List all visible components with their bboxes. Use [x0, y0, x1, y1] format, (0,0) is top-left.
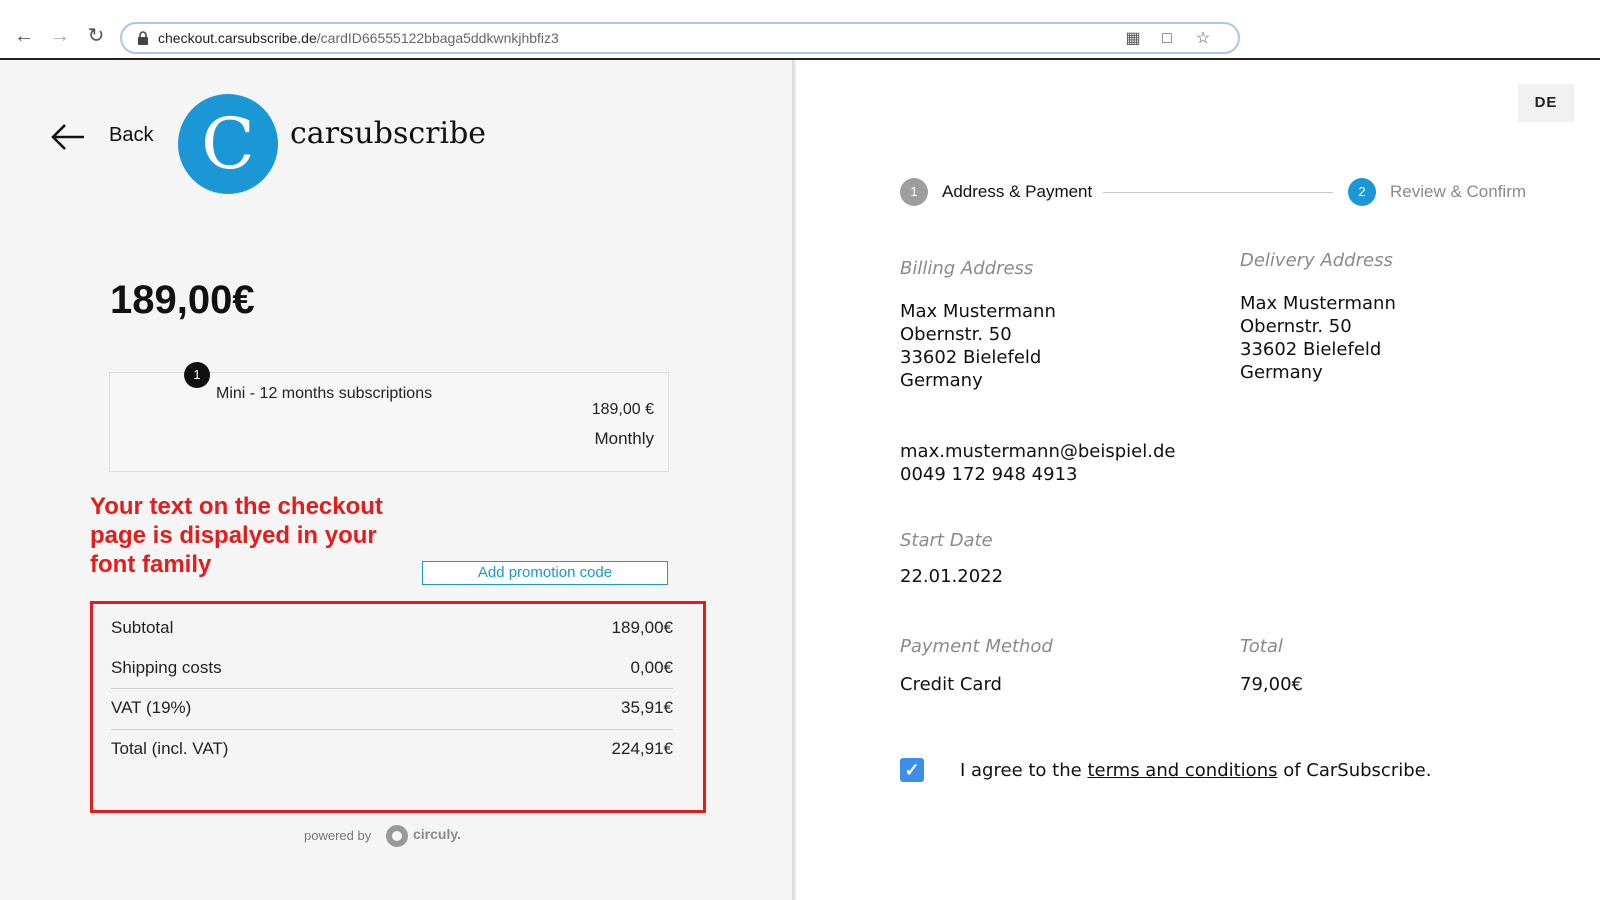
qr-icon[interactable]: ▦: [1122, 28, 1144, 50]
billing-name: Max Mustermann: [900, 301, 1056, 322]
billing-address: Max Mustermann Obernstr. 50 33602 Bielef…: [900, 300, 1056, 392]
vat-row: VAT (19%) 35,91€: [111, 688, 673, 728]
reload-icon[interactable]: ↻: [84, 24, 108, 48]
total-heading: Total: [1240, 636, 1283, 657]
terms-agreement-text: I agree to the terms and conditions of C…: [960, 760, 1431, 781]
billing-street: Obernstr. 50: [900, 324, 1012, 345]
delivery-address: Max Mustermann Obernstr. 50 33602 Bielef…: [1240, 292, 1396, 384]
vat-label: VAT (19%): [111, 698, 192, 717]
subtotal-label: Subtotal: [111, 618, 174, 637]
quantity-badge: 1: [184, 362, 210, 388]
circuly-logo-icon: [386, 825, 408, 847]
back-link[interactable]: Back: [109, 124, 153, 147]
price-summary: Subtotal 189,00€ Shipping costs 0,00€ VA…: [90, 601, 706, 813]
translate-icon[interactable]: □: [1156, 28, 1178, 50]
product-price: 189,00 €: [591, 401, 654, 418]
star-icon[interactable]: ☆: [1192, 28, 1214, 50]
language-switch-button[interactable]: DE: [1518, 84, 1574, 122]
start-date-value: 22.01.2022: [900, 566, 1004, 587]
address-bar[interactable]: checkout.carsubscribe.de/cardID66555122b…: [120, 22, 1240, 54]
order-price: 189,00€: [110, 278, 255, 322]
agree-prefix: I agree to the: [960, 760, 1082, 781]
terms-and-conditions-link[interactable]: terms and conditions: [1087, 760, 1277, 781]
shipping-value: 0,00€: [630, 658, 673, 677]
vat-value: 35,91€: [621, 698, 673, 717]
order-summary-pane: Back C carsubscribe 189,00€ Mini - 12 mo…: [0, 60, 792, 900]
delivery-street: Obernstr. 50: [1240, 316, 1352, 337]
shipping-label: Shipping costs: [111, 658, 222, 677]
browser-toolbar: ← → ↻ checkout.carsubscribe.de/cardID665…: [0, 0, 1600, 60]
circuly-brand[interactable]: circuly.: [413, 826, 461, 842]
product-name: Mini - 12 months subscriptions: [216, 385, 433, 402]
email-value: max.mustermann@beispiel.de: [900, 441, 1176, 462]
total-amount-value: 79,00€: [1240, 674, 1303, 695]
back-icon[interactable]: ←: [12, 24, 36, 48]
step-2-label: Review & Confirm: [1390, 182, 1527, 201]
add-promotion-code-button[interactable]: Add promotion code: [422, 561, 668, 585]
brand-name: carsubscribe: [290, 116, 487, 151]
total-value: 224,91€: [611, 739, 673, 758]
start-date-heading: Start Date: [900, 530, 993, 551]
agree-suffix: of CarSubscribe.: [1283, 760, 1432, 781]
payment-method-value: Credit Card: [900, 674, 1002, 695]
billing-address-heading: Billing Address: [900, 258, 1034, 279]
delivery-name: Max Mustermann: [1240, 293, 1396, 314]
step-1-indicator[interactable]: 1: [900, 178, 928, 206]
brand-logo: C: [178, 94, 278, 194]
lock-icon: [138, 31, 148, 45]
delivery-address-heading: Delivery Address: [1240, 250, 1393, 271]
back-arrow-icon[interactable]: [50, 122, 86, 152]
phone-value: 0049 172 948 4913: [900, 464, 1078, 485]
total-row: Total (incl. VAT) 224,91€: [111, 729, 673, 769]
subtotal-row: Subtotal 189,00€: [111, 608, 673, 648]
total-label: Total (incl. VAT): [111, 739, 229, 758]
subtotal-value: 189,00€: [611, 618, 673, 637]
product-period: Monthly: [594, 429, 654, 448]
delivery-city: 33602 Bielefeld: [1240, 339, 1382, 360]
powered-by-label: powered by: [304, 828, 372, 843]
step-1-label[interactable]: Address & Payment: [942, 182, 1092, 202]
forward-icon[interactable]: →: [48, 24, 72, 48]
step-2-indicator: 2: [1348, 178, 1376, 206]
url-text: checkout.carsubscribe.de/cardID66555122b…: [158, 30, 559, 46]
billing-city: 33602 Bielefeld: [900, 347, 1042, 368]
billing-country: Germany: [900, 370, 983, 391]
shipping-row: Shipping costs 0,00€: [111, 648, 673, 688]
terms-checkbox[interactable]: ✓: [900, 758, 924, 782]
stepper-line: [1103, 192, 1333, 193]
checkout-review-pane: DE 1 Address & Payment 2 Review & Confir…: [796, 60, 1600, 900]
font-annotation: Your text on the checkout page is dispal…: [90, 493, 383, 578]
payment-method-heading: Payment Method: [900, 636, 1053, 657]
delivery-country: Germany: [1240, 362, 1323, 383]
contact-info: max.mustermann@beispiel.de 0049 172 948 …: [900, 440, 1175, 486]
